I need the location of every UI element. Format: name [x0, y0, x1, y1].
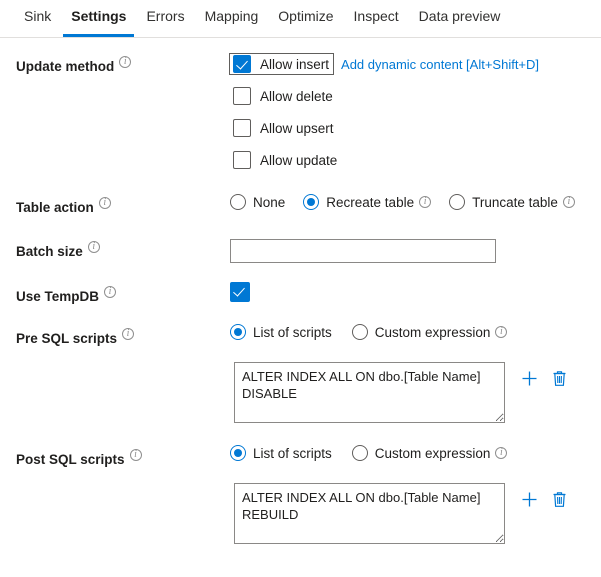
row-batch-size: Batch size — [0, 215, 601, 263]
checkbox-label: Allow update — [260, 153, 337, 168]
row-table-action: Table action None Recreate table Truncat… — [0, 170, 601, 215]
checkbox-allow-delete[interactable]: Allow delete — [230, 86, 337, 106]
radio-box — [352, 324, 368, 340]
pre-sql-add-button[interactable] — [517, 366, 541, 390]
tab-label: Sink — [24, 8, 51, 24]
label-text: Post SQL scripts — [16, 452, 125, 467]
radio-label: None — [253, 195, 285, 210]
pre-sql-script-textarea[interactable] — [234, 362, 505, 423]
tab-errors[interactable]: Errors — [136, 0, 194, 37]
checkbox-allow-upsert[interactable]: Allow upsert — [230, 118, 338, 138]
label-pre-sql-scripts: Pre SQL scripts — [16, 326, 230, 346]
checkbox-allow-update[interactable]: Allow update — [230, 150, 341, 170]
label-text: Use TempDB — [16, 289, 99, 304]
checkbox-box — [233, 151, 251, 169]
tab-inspect[interactable]: Inspect — [344, 0, 409, 37]
radio-label: Custom expression — [375, 446, 491, 461]
label-text: Update method — [16, 59, 114, 74]
tab-optimize[interactable]: Optimize — [268, 0, 343, 37]
info-icon-truncate-table[interactable] — [563, 196, 575, 208]
info-icon-update-method[interactable] — [119, 56, 131, 68]
radio-pre-custom-expression[interactable]: Custom expression — [352, 324, 508, 340]
label-post-sql-scripts: Post SQL scripts — [16, 447, 230, 467]
label-text: Table action — [16, 200, 94, 215]
post-sql-delete-button[interactable] — [547, 487, 571, 511]
label-update-method: Update method — [16, 54, 230, 74]
checkbox-label: Allow insert — [260, 57, 329, 72]
checkbox-box — [233, 119, 251, 137]
checkbox-box — [230, 282, 250, 302]
tab-label: Inspect — [354, 8, 399, 24]
radio-box — [303, 194, 319, 210]
radio-recreate-table[interactable]: Recreate table — [303, 194, 431, 210]
label-batch-size: Batch size — [16, 239, 230, 259]
radio-label: Recreate table — [326, 195, 414, 210]
radio-label: Custom expression — [375, 325, 491, 340]
checkbox-box — [233, 87, 251, 105]
radio-box — [449, 194, 465, 210]
tab-label: Optimize — [278, 8, 333, 24]
tab-label: Errors — [146, 8, 184, 24]
info-icon-recreate-table[interactable] — [419, 196, 431, 208]
row-use-tempdb: Use TempDB — [0, 263, 601, 304]
tab-label: Settings — [71, 8, 126, 24]
info-icon-table-action[interactable] — [99, 197, 111, 209]
info-icon-use-tempdb[interactable] — [104, 286, 116, 298]
radio-box — [230, 445, 246, 461]
tab-label: Data preview — [419, 8, 501, 24]
pre-sql-control: List of scripts Custom expression — [230, 326, 601, 423]
plus-icon — [521, 370, 538, 387]
table-action-options: None Recreate table Truncate table — [230, 195, 601, 210]
tab-sink[interactable]: Sink — [14, 0, 61, 37]
add-dynamic-content-link[interactable]: Add dynamic content [Alt+Shift+D] — [341, 57, 539, 72]
post-sql-script-row — [234, 483, 601, 544]
checkbox-use-tempdb[interactable] — [230, 282, 254, 302]
label-text: Batch size — [16, 244, 83, 259]
info-icon-pre-custom-expression[interactable] — [495, 326, 507, 338]
info-icon-batch-size[interactable] — [88, 241, 100, 253]
use-tempdb-control — [230, 284, 601, 302]
radio-box — [352, 445, 368, 461]
post-sql-add-button[interactable] — [517, 487, 541, 511]
info-icon-post-custom-expression[interactable] — [495, 447, 507, 459]
trash-icon — [552, 370, 567, 387]
radio-label: Truncate table — [472, 195, 558, 210]
row-pre-sql-scripts: Pre SQL scripts List of scripts Custom e… — [0, 304, 601, 423]
settings-form: Update method Allow insert Add dynamic c… — [0, 38, 601, 544]
update-method-options: Allow insert Add dynamic content [Alt+Sh… — [230, 54, 601, 170]
tab-mapping[interactable]: Mapping — [195, 0, 269, 37]
pre-sql-script-row — [234, 362, 601, 423]
checkbox-label: Allow upsert — [260, 121, 334, 136]
radio-label: List of scripts — [253, 446, 332, 461]
info-icon-post-sql-scripts[interactable] — [130, 449, 142, 461]
tab-bar: Sink Settings Errors Mapping Optimize In… — [0, 0, 601, 38]
label-table-action: Table action — [16, 195, 230, 215]
tab-data-preview[interactable]: Data preview — [409, 0, 511, 37]
radio-post-list-of-scripts[interactable]: List of scripts — [230, 445, 332, 461]
row-update-method: Update method Allow insert Add dynamic c… — [0, 38, 601, 170]
radio-box — [230, 194, 246, 210]
batch-size-control — [230, 239, 601, 263]
trash-icon — [552, 491, 567, 508]
post-sql-control: List of scripts Custom expression — [230, 447, 601, 544]
tab-settings[interactable]: Settings — [61, 0, 136, 37]
radio-label: List of scripts — [253, 325, 332, 340]
radio-truncate-table[interactable]: Truncate table — [449, 194, 575, 210]
checkbox-allow-insert[interactable]: Allow insert — [230, 54, 333, 74]
plus-icon — [521, 491, 538, 508]
radio-post-custom-expression[interactable]: Custom expression — [352, 445, 508, 461]
checkbox-label: Allow delete — [260, 89, 333, 104]
batch-size-input[interactable] — [230, 239, 496, 263]
pre-sql-delete-button[interactable] — [547, 366, 571, 390]
label-text: Pre SQL scripts — [16, 331, 117, 346]
radio-pre-list-of-scripts[interactable]: List of scripts — [230, 324, 332, 340]
label-use-tempdb: Use TempDB — [16, 284, 230, 304]
checkbox-box — [233, 55, 251, 73]
info-icon-pre-sql-scripts[interactable] — [122, 328, 134, 340]
radio-none[interactable]: None — [230, 194, 285, 210]
radio-box — [230, 324, 246, 340]
post-sql-script-textarea[interactable] — [234, 483, 505, 544]
row-post-sql-scripts: Post SQL scripts List of scripts Custom … — [0, 423, 601, 544]
tab-label: Mapping — [205, 8, 259, 24]
